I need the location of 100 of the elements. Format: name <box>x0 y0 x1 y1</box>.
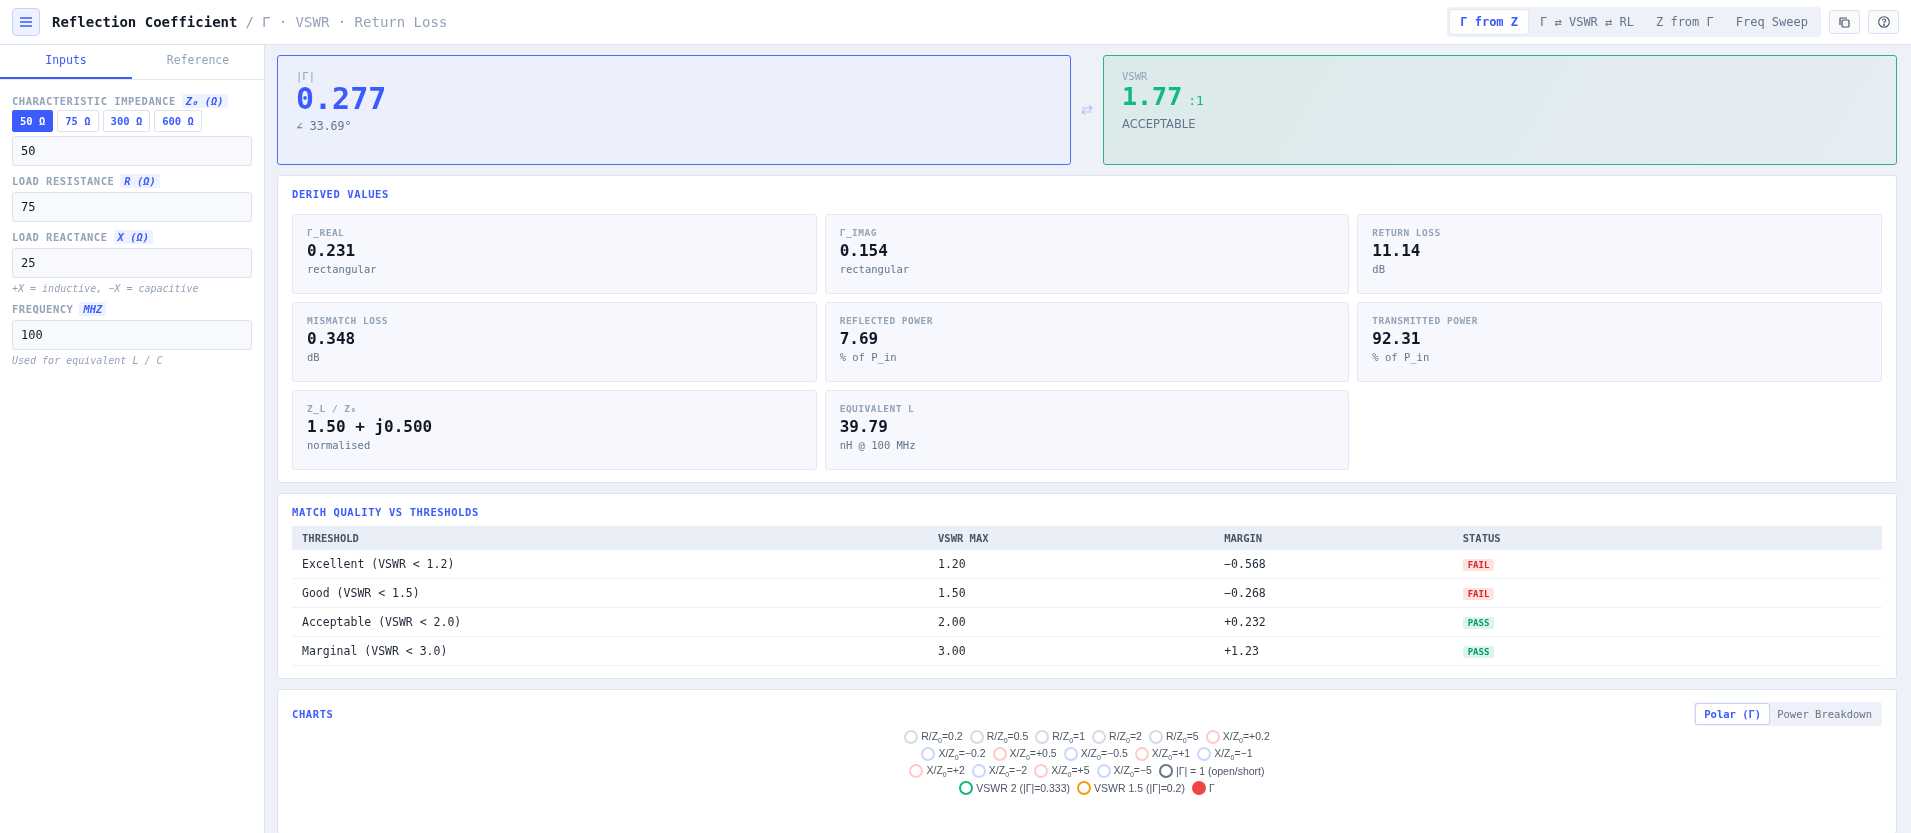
tile-label: Z_L / Z₀ <box>307 403 358 414</box>
sidebar-tab[interactable]: Inputs <box>0 45 132 79</box>
preset-button[interactable]: 300 Ω <box>102 110 151 132</box>
breadcrumb-separator: / <box>245 14 254 30</box>
preset-button[interactable]: 75 Ω <box>57 110 99 132</box>
legend-label: X/Z$_{0}$=−1 <box>1214 747 1253 762</box>
tile-label: Γ_REAL <box>307 227 346 238</box>
tile-note: nH @ 100 MHz <box>839 439 917 451</box>
legend-label: VSWR 1.5 (|Γ|=0.2) <box>1094 782 1185 795</box>
table-cell: 1.50 <box>928 578 1215 608</box>
tile-value: 7.69 <box>839 329 880 348</box>
legend-label: X/Z$_{0}$=+5 <box>1051 764 1090 779</box>
legend-label: X/Z$_{0}$=+1 <box>1151 747 1191 762</box>
preset-button[interactable]: 600 Ω <box>154 110 202 132</box>
table-cell: −0.568 <box>1214 550 1453 579</box>
tile-note: % of P_in <box>1372 351 1431 363</box>
tile-note: dB <box>307 351 321 363</box>
table-cell: 1.20 <box>928 550 1215 579</box>
table-cell: 3.00 <box>928 636 1215 666</box>
unit-badge: R (Ω) <box>120 174 160 188</box>
tile-label: TRANSMITTED POWER <box>1372 315 1480 326</box>
field-label: CHARACTERISTIC IMPEDANCE <box>12 95 176 107</box>
input-field[interactable]: 50 <box>12 136 252 166</box>
panel-title: CHARTS <box>292 708 334 720</box>
vswr-value: 1.77 <box>1122 82 1183 111</box>
field-hint: Used for equivalent L / C <box>12 355 164 366</box>
gamma-value: 0.277 <box>296 82 388 115</box>
tile-value: 1.50 + j0.500 <box>307 417 434 436</box>
menu-button[interactable] <box>12 8 40 36</box>
unit-badge: Z₀ (Ω) <box>181 94 228 108</box>
legend-label: X/Z$_{0}$=−5 <box>1113 764 1152 779</box>
table-cell: Marginal (VSWR < 3.0) <box>292 636 928 666</box>
mode-tab[interactable]: Z from Γ <box>1645 10 1724 34</box>
tile-value: 92.31 <box>1372 329 1422 348</box>
legend-label: |Γ| = 1 (open/short) <box>1175 765 1265 778</box>
mode-tab[interactable]: Γ ⇄ VSWR ⇄ RL <box>1530 10 1644 34</box>
table-cell: +0.232 <box>1214 607 1453 637</box>
panel-title: MATCH QUALITY VS THRESHOLDS <box>292 506 480 518</box>
field-label: LOAD RESISTANCE <box>12 175 115 187</box>
legend-label: R/Z$_{0}$=5 <box>1165 730 1199 745</box>
input-field[interactable]: 100 <box>12 320 252 350</box>
tile-label: REFLECTED POWER <box>839 315 934 326</box>
tile-value: 11.14 <box>1372 241 1422 260</box>
table-cell: Excellent (VSWR < 1.2) <box>292 550 928 579</box>
legend-label: VSWR 2 (|Γ|=0.333) <box>976 782 1071 795</box>
tile-note: rectangular <box>839 263 911 275</box>
help-button[interactable] <box>1868 10 1899 34</box>
tile-note: dB <box>1372 263 1386 275</box>
table-cell: +1.23 <box>1214 636 1453 666</box>
unit-badge: MHZ <box>79 302 107 316</box>
table-cell: Good (VSWR < 1.5) <box>292 578 928 608</box>
menu-icon <box>20 17 32 27</box>
chart-tab[interactable]: Power Breakdown <box>1769 704 1880 724</box>
field-label: FREQUENCY <box>12 303 74 315</box>
input-field[interactable]: 25 <box>12 248 252 278</box>
status-badge: FAIL <box>1462 588 1495 600</box>
column-header: STATUS <box>1452 526 1882 550</box>
legend-label: X/Z$_{0}$=+0.5 <box>1009 747 1057 762</box>
legend-label: X/Z$_{0}$=−0.5 <box>1080 747 1128 762</box>
status-badge: PASS <box>1462 646 1495 658</box>
unit-badge: X (Ω) <box>113 230 154 244</box>
tile-value: 0.231 <box>307 241 357 260</box>
tile-value: 0.348 <box>307 329 357 348</box>
preset-button[interactable]: 50 Ω <box>12 110 54 132</box>
status-badge: PASS <box>1462 617 1495 629</box>
legend-label: X/Z$_{0}$=−0.2 <box>938 747 986 762</box>
tile-label: MISMATCH LOSS <box>307 315 389 326</box>
gamma-angle: ∠ 33.69° <box>296 119 353 133</box>
legend-label: Γ <box>1208 782 1215 795</box>
page-subtitle: Γ · VSWR · Return Loss <box>261 14 448 30</box>
vswr-unit: :1 <box>1188 93 1204 108</box>
field-hint: +X = inductive, −X = capacitive <box>12 283 200 294</box>
table-cell: 2.00 <box>928 607 1215 637</box>
mode-tab[interactable]: Freq Sweep <box>1725 10 1818 34</box>
legend-label: X/Z$_{0}$=+2 <box>926 764 965 779</box>
card-label: VSWR <box>1122 70 1149 82</box>
legend-label: X/Z$_{0}$=+0.2 <box>1222 730 1270 745</box>
mode-tab[interactable]: Γ from Z <box>1450 10 1529 34</box>
tile-label: RETURN LOSS <box>1372 227 1442 238</box>
legend-label: R/Z$_{0}$=1 <box>1052 730 1086 745</box>
legend-label: R/Z$_{0}$=2 <box>1109 730 1142 745</box>
table-cell: Acceptable (VSWR < 2.0) <box>292 607 928 637</box>
legend-label: R/Z$_{0}$=0.5 <box>986 730 1029 745</box>
panel-title: DERIVED VALUES <box>292 188 390 200</box>
tile-note: normalised <box>307 439 372 451</box>
tile-value: 39.79 <box>839 417 889 436</box>
legend-label: R/Z$_{0}$=0.2 <box>921 730 963 745</box>
legend-label: X/Z$_{0}$=−2 <box>988 764 1028 779</box>
column-header: MARGIN <box>1214 526 1453 550</box>
column-header: VSWR MAX <box>928 526 1215 550</box>
field-label: LOAD REACTANCE <box>12 231 108 243</box>
vswr-rating: ACCEPTABLE <box>1122 117 1197 131</box>
table-cell: −0.268 <box>1214 578 1453 608</box>
copy-icon <box>1839 16 1850 28</box>
input-field[interactable]: 75 <box>12 192 252 222</box>
copy-button[interactable] <box>1829 10 1860 34</box>
swap-icon <box>1081 105 1093 115</box>
tile-value: 0.154 <box>839 241 889 260</box>
page-title: Reflection Coefficient <box>52 14 238 30</box>
chart-tab[interactable]: Polar (Γ) <box>1696 704 1770 724</box>
